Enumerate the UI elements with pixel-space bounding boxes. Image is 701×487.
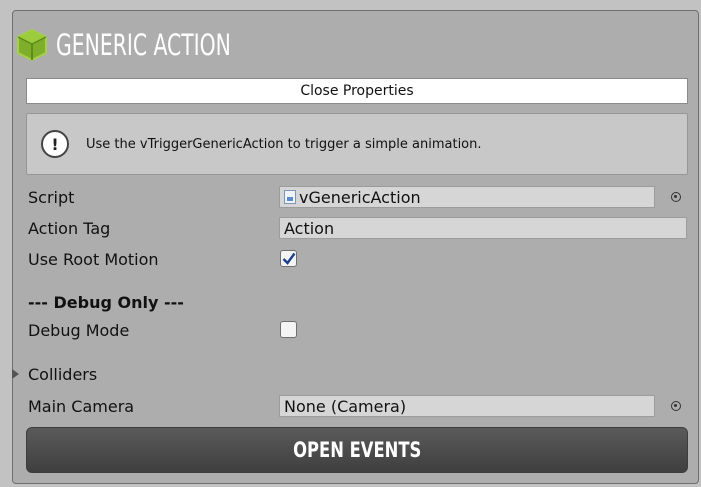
colliders-foldout-arrow-icon[interactable] — [12, 369, 19, 379]
open-events-label: OPEN EVENTS — [292, 438, 422, 462]
colliders-row[interactable]: Colliders — [28, 363, 97, 385]
main-camera-label: Main Camera — [28, 396, 135, 416]
script-picker-icon[interactable] — [671, 192, 681, 202]
close-properties-button[interactable]: Close Properties — [26, 78, 688, 104]
debug-mode-label: Debug Mode — [28, 320, 130, 340]
colliders-label: Colliders — [28, 364, 98, 384]
action-tag-value: Action — [284, 218, 335, 238]
header-title: GENERIC ACTION — [56, 28, 231, 62]
debug-mode-checkbox[interactable] — [280, 321, 297, 338]
script-field[interactable]: vGenericAction — [279, 186, 655, 208]
script-row: Script — [28, 186, 74, 208]
main-camera-picker-icon[interactable] — [671, 401, 681, 411]
debug-section-title: --- Debug Only --- — [28, 292, 184, 312]
main-camera-value: None (Camera) — [284, 396, 407, 416]
action-tag-label: Action Tag — [28, 218, 111, 238]
script-label: Script — [28, 187, 75, 207]
main-camera-row: Main Camera — [28, 395, 134, 417]
script-file-icon — [284, 190, 296, 204]
main-camera-field[interactable]: None (Camera) — [279, 395, 655, 417]
help-box: ! Use the vTriggerGenericAction to trigg… — [26, 113, 688, 175]
open-events-button[interactable]: OPEN EVENTS — [26, 427, 688, 473]
help-text: Use the vTriggerGenericAction to trigger… — [86, 136, 482, 152]
cube-logo-icon — [17, 28, 47, 62]
checkmark-icon — [282, 252, 295, 265]
action-tag-row: Action Tag — [28, 217, 110, 239]
action-tag-input[interactable]: Action — [279, 217, 687, 239]
use-root-motion-label: Use Root Motion — [28, 249, 159, 269]
use-root-motion-checkbox[interactable] — [280, 250, 297, 267]
debug-mode-row: Debug Mode — [28, 319, 129, 341]
script-value: vGenericAction — [299, 187, 421, 207]
debug-section-row: --- Debug Only --- — [28, 291, 184, 313]
header: GENERIC ACTION — [14, 21, 280, 69]
exclamation-icon: ! — [41, 130, 69, 158]
use-root-motion-row: Use Root Motion — [28, 248, 159, 270]
